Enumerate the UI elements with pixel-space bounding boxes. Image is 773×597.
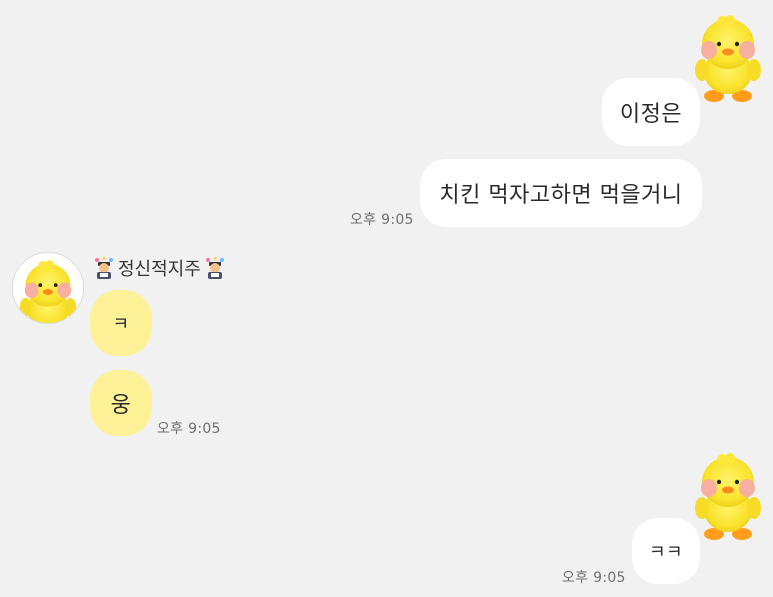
message-timestamp: 오후 9:05 — [350, 212, 414, 228]
duck-plush-icon — [692, 14, 764, 104]
message-bubble-outgoing[interactable]: 치킨 먹자고하면 먹을거니 — [420, 159, 702, 227]
message-bubble-outgoing[interactable]: 이정은 — [602, 78, 700, 146]
message-timestamp: 오후 9:05 — [157, 421, 221, 437]
profile-avatar-self[interactable] — [692, 14, 764, 104]
message-timestamp: 오후 9:05 — [562, 570, 626, 586]
profile-avatar-friend[interactable] — [12, 252, 84, 324]
student-emoji-icon — [203, 256, 227, 280]
student-emoji-icon — [92, 256, 116, 280]
sender-name-text: 정신적지주 — [118, 259, 201, 280]
message-bubble-outgoing[interactable]: ㅋㅋ — [632, 518, 700, 584]
duck-plush-icon — [17, 259, 79, 324]
duck-plush-icon — [692, 452, 764, 542]
sender-name: 정신적지주 — [92, 255, 227, 281]
message-bubble-incoming[interactable]: ㅋ — [90, 290, 152, 356]
message-bubble-incoming[interactable]: 웅 — [90, 370, 152, 436]
profile-avatar-self[interactable] — [692, 452, 764, 542]
